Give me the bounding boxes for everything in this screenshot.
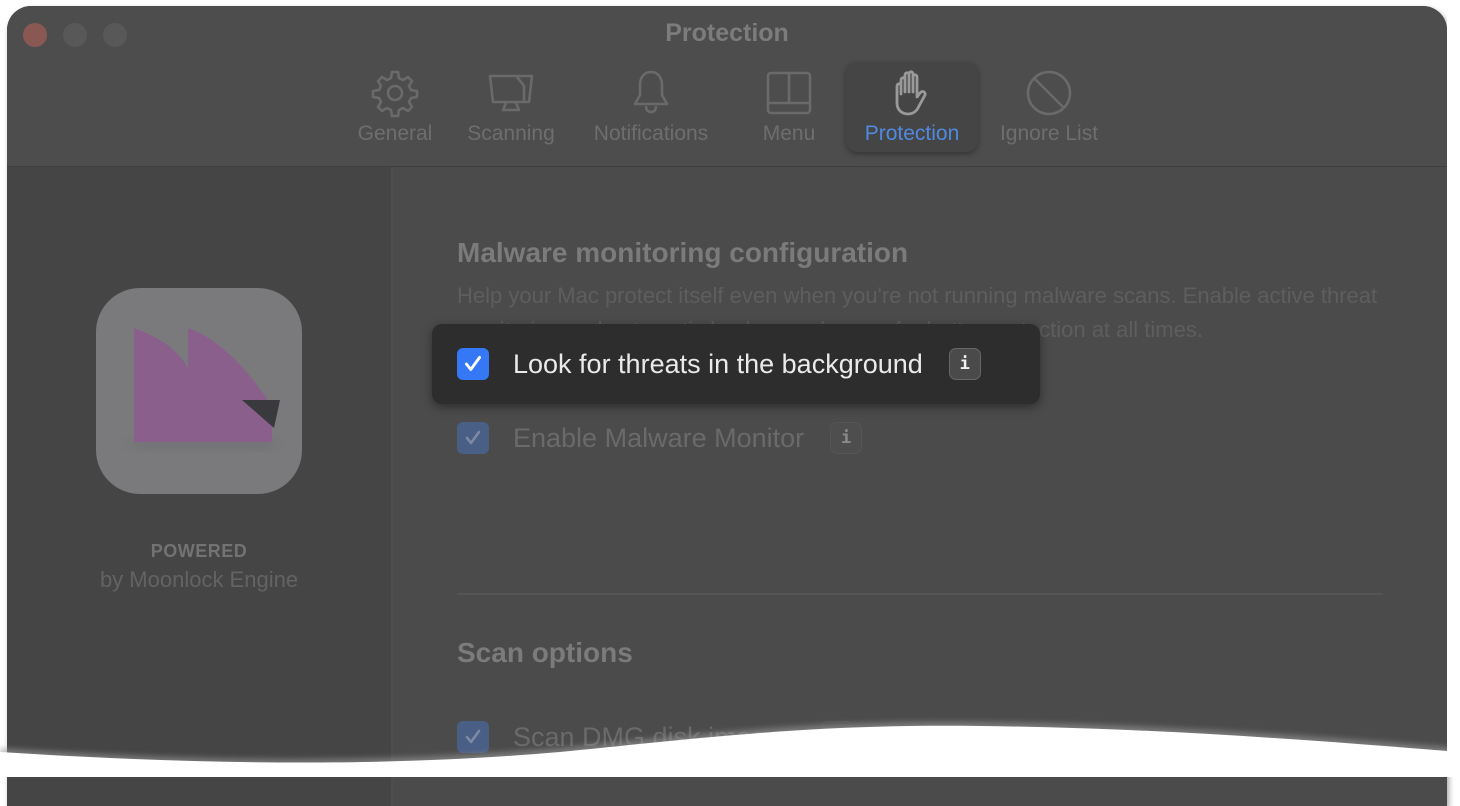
preferences-window: Protection General Scanning Notification…	[7, 6, 1447, 806]
bell-icon	[633, 70, 669, 114]
tab-menu-label: Menu	[762, 122, 816, 145]
title-bar: Protection General Scanning Notification…	[7, 6, 1447, 167]
window-title: Protection	[665, 19, 789, 47]
tab-notifications-label: Notifications	[593, 122, 709, 145]
enable-malware-monitor-checkbox[interactable]	[457, 422, 489, 454]
look-for-threats-checkbox[interactable]	[457, 348, 489, 380]
tab-general-label: General	[357, 122, 433, 145]
tab-notifications[interactable]: Notifications	[583, 62, 719, 152]
tab-protection-label: Protection	[864, 122, 960, 145]
engine-label: by Moonlock Engine	[99, 567, 299, 592]
enable-malware-monitor-label: Enable Malware Monitor	[513, 422, 805, 453]
tab-ignore-list[interactable]: Ignore List	[992, 62, 1106, 152]
highlighted-option-card: Look for threats in the background i	[432, 324, 1040, 404]
prohibited-icon	[1026, 70, 1072, 116]
moonlock-logo-icon	[96, 288, 302, 494]
info-button[interactable]	[821, 721, 854, 753]
checkmark-icon	[464, 355, 482, 371]
tab-scanning-label: Scanning	[467, 122, 555, 145]
look-for-threats-label: Look for threats in the background	[513, 348, 923, 379]
section-title-scan-options: Scan options	[457, 637, 633, 668]
checkmark-icon	[465, 729, 481, 744]
sidebar: POWERED by Moonlock Engine	[7, 167, 393, 806]
checkmark-icon	[465, 430, 481, 445]
tab-general[interactable]: General	[345, 62, 445, 152]
info-button[interactable]: i	[830, 422, 863, 454]
section-title-malware-monitoring: Malware monitoring configuration	[457, 237, 909, 268]
gear-icon	[371, 70, 419, 118]
option-enable-malware-monitor[interactable]: Enable Malware Monitor i	[457, 422, 863, 454]
section-divider	[457, 593, 1383, 595]
powered-label: POWERED	[150, 541, 248, 561]
scan-dmg-label: Scan DMG disk images	[513, 721, 796, 752]
option-look-for-threats[interactable]: Look for threats in the background i	[457, 348, 981, 380]
tab-menu[interactable]: Menu	[747, 62, 831, 152]
info-button[interactable]: i	[948, 348, 981, 380]
tab-scanning[interactable]: Scanning	[459, 62, 563, 152]
tab-ignore-list-label: Ignore List	[999, 122, 1099, 145]
tab-protection[interactable]: Protection	[846, 62, 978, 152]
hand-stop-icon	[895, 70, 927, 116]
menu-layout-icon	[766, 71, 812, 115]
monitor-scan-icon	[488, 74, 534, 112]
scan-dmg-checkbox[interactable]	[457, 721, 489, 753]
protection-settings-panel: Malware monitoring configuration Help yo…	[393, 167, 1447, 806]
option-scan-dmg[interactable]: Scan DMG disk images	[457, 721, 854, 753]
preferences-toolbar: General Scanning Notifications Menu Prot…	[7, 62, 1447, 158]
